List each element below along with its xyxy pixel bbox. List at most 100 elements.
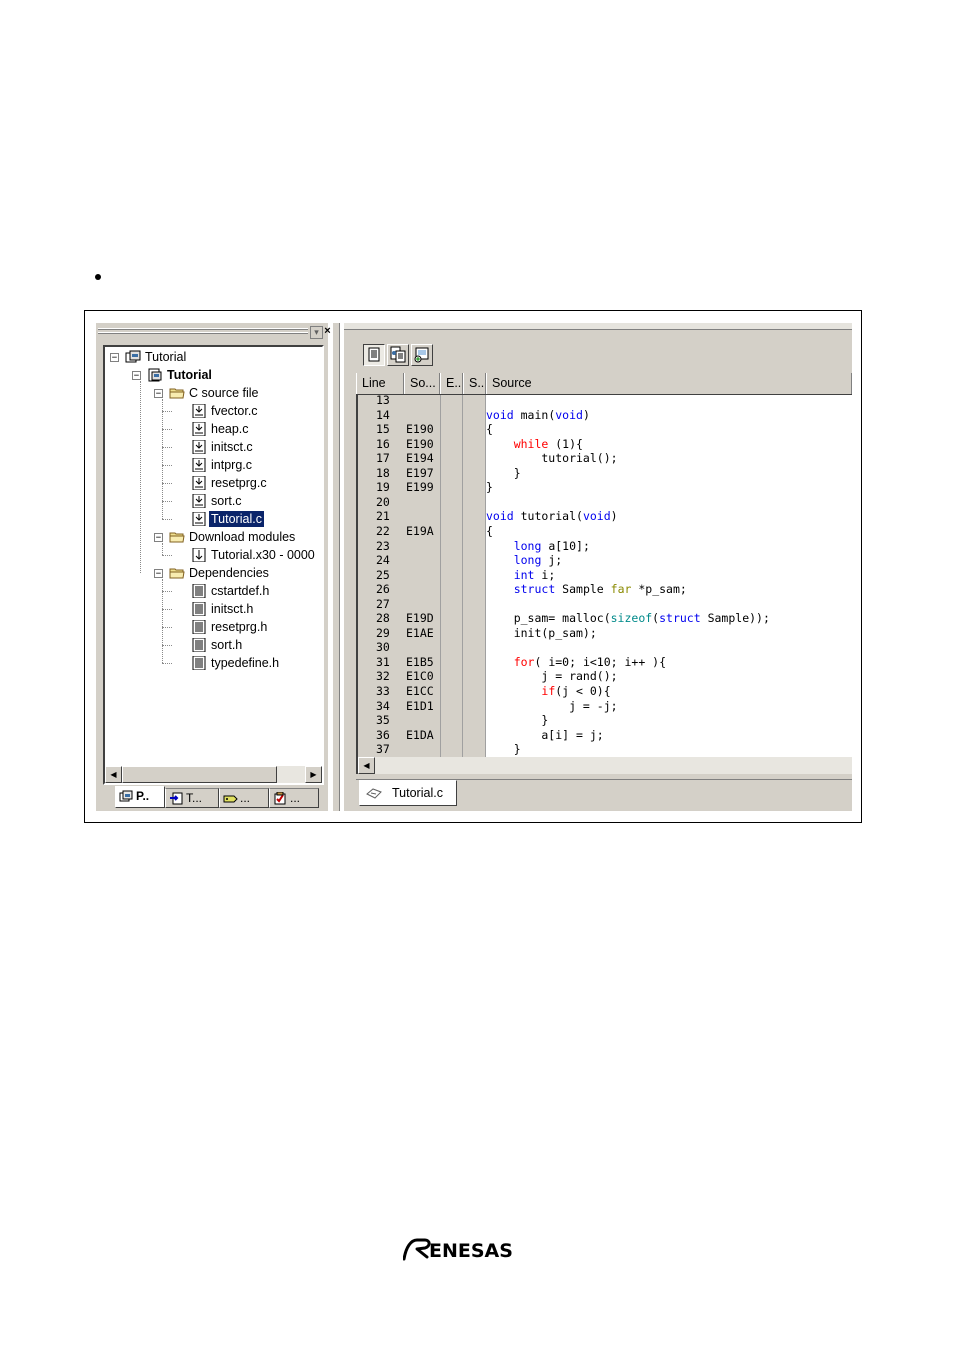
- tree-connector: [162, 399, 163, 519]
- code-line[interactable]: 24 long j;: [358, 553, 852, 568]
- code-line[interactable]: 21 void tutorial(void): [358, 509, 852, 524]
- tree-item-label[interactable]: resetprg.h: [209, 619, 269, 635]
- tree-item-label[interactable]: sort.c: [209, 493, 244, 509]
- mixed-mode-button[interactable]: [411, 344, 433, 366]
- line-number: 32: [376, 669, 390, 684]
- source-text: }: [486, 480, 493, 495]
- tree-collapse-button[interactable]: −: [154, 533, 163, 543]
- line-number: 28: [376, 611, 390, 626]
- code-line[interactable]: 13: [358, 395, 852, 408]
- line-number: 33: [376, 684, 390, 698]
- line-number: 30: [376, 640, 390, 655]
- code-line[interactable]: 26 struct Sample far *p_sam;: [358, 582, 852, 597]
- column-line[interactable]: Line: [356, 373, 404, 394]
- column-source-address[interactable]: So...: [404, 373, 440, 394]
- tree-item-label[interactable]: intprg.c: [209, 457, 254, 473]
- tab-navigation[interactable]: ...: [269, 788, 319, 808]
- line-number: 20: [376, 494, 390, 509]
- code-line[interactable]: 36 E1DA a[i] = j;: [358, 728, 852, 743]
- tree-item-label[interactable]: fvector.c: [209, 403, 260, 419]
- code-line[interactable]: 32 E1C0 j = rand();: [358, 669, 852, 684]
- tree-item-label[interactable]: Dependencies: [187, 565, 271, 581]
- tree-item-label[interactable]: sort.h: [209, 637, 244, 653]
- source-text: p_sam= malloc(sizeof(struct Sample));: [486, 611, 770, 626]
- pane-splitter[interactable]: [332, 323, 340, 811]
- source-address: E19A: [406, 523, 434, 538]
- code-line[interactable]: 18 E197 }: [358, 466, 852, 481]
- tab-templates[interactable]: T...: [165, 788, 219, 808]
- tree-connector: [162, 501, 172, 502]
- code-line[interactable]: 25 int i;: [358, 568, 852, 583]
- tree-item-label[interactable]: cstartdef.h: [209, 583, 271, 599]
- tree-item-label[interactable]: heap.c: [209, 421, 251, 437]
- editor-horizontal-scrollbar[interactable]: ◀: [356, 757, 852, 774]
- source-code-view[interactable]: 13 14 void main(void) 15 E190 {16 E190 while (…: [356, 395, 852, 757]
- code-line[interactable]: 37 }: [358, 742, 852, 757]
- tree-collapse-button[interactable]: −: [110, 353, 119, 363]
- line-number: 17: [376, 451, 390, 466]
- tab-navigation-label: ...: [290, 791, 301, 805]
- code-line[interactable]: 27: [358, 597, 852, 612]
- code-line[interactable]: 20: [358, 495, 852, 510]
- source-text: }: [486, 465, 521, 480]
- disassembly-mode-button[interactable]: [387, 344, 409, 366]
- tree-item-label[interactable]: initsct.c: [209, 439, 255, 455]
- tree-horizontal-scrollbar[interactable]: ◀ ▶: [105, 766, 322, 783]
- tab-templates-label: T...: [186, 791, 203, 805]
- scroll-thumb[interactable]: [122, 766, 277, 783]
- code-line[interactable]: 22 E19A {: [358, 524, 852, 539]
- project-tree: − Tutorial − Tutorial − C source file fvector.…: [103, 345, 324, 785]
- line-number: 23: [376, 538, 390, 553]
- tree-item-label[interactable]: Tutorial.c: [209, 511, 264, 527]
- scroll-right-button[interactable]: ▶: [305, 766, 322, 783]
- tree-item-label[interactable]: Download modules: [187, 529, 297, 545]
- source-mode-icon: [368, 347, 380, 362]
- source-address: E1AE: [406, 625, 434, 640]
- tree-connector: [162, 663, 172, 664]
- tab-projects[interactable]: P..: [115, 786, 165, 808]
- source-text: init(p_sam);: [486, 625, 597, 640]
- scroll-left-button[interactable]: ◀: [105, 766, 122, 783]
- source-address: E1C0: [406, 669, 434, 684]
- code-line[interactable]: 28 E19D p_sam= malloc(sizeof(struct Sampl…: [358, 611, 852, 626]
- code-line[interactable]: 17 E194 tutorial();: [358, 451, 852, 466]
- source-mode-button[interactable]: [363, 344, 385, 366]
- editor-scroll-left-button[interactable]: ◀: [358, 757, 375, 774]
- tree-item-label[interactable]: typedefine.h: [209, 655, 281, 671]
- tree-item-label[interactable]: resetprg.c: [209, 475, 269, 491]
- tree-item-label[interactable]: Tutorial: [165, 367, 214, 383]
- tree-collapse-button[interactable]: −: [132, 371, 141, 381]
- tab-labels[interactable]: ...: [219, 788, 269, 808]
- code-line[interactable]: 33 E1CC if(j < 0){: [358, 684, 852, 699]
- tree-item-label[interactable]: C source file: [187, 385, 260, 401]
- code-line[interactable]: 29 E1AE init(p_sam);: [358, 626, 852, 641]
- code-line[interactable]: 35 }: [358, 713, 852, 728]
- tree-item-label[interactable]: initsct.h: [209, 601, 255, 617]
- line-number: 14: [376, 407, 390, 422]
- column-s[interactable]: S...: [463, 373, 486, 394]
- tab-projects-label: P..: [136, 789, 150, 803]
- tree-connector: [162, 543, 163, 555]
- code-line[interactable]: 15 E190 {: [358, 422, 852, 437]
- column-source[interactable]: Source: [486, 373, 852, 394]
- code-line[interactable]: 30: [358, 640, 852, 655]
- source-text: }: [486, 713, 549, 728]
- tree-connector: [140, 381, 141, 573]
- source-text: void tutorial(void): [486, 509, 618, 524]
- code-line[interactable]: 16 E190 while (1){: [358, 437, 852, 452]
- code-line[interactable]: 19 E199}: [358, 480, 852, 495]
- tree-collapse-button[interactable]: −: [154, 569, 163, 579]
- code-line[interactable]: 34 E1D1 j = -j;: [358, 699, 852, 714]
- code-line[interactable]: 23 long a[10];: [358, 539, 852, 554]
- code-line[interactable]: 31 E1B5 for( i=0; i<10; i++ ){: [358, 655, 852, 670]
- code-line[interactable]: 14 void main(void): [358, 408, 852, 423]
- workspace-gripper[interactable]: [98, 328, 308, 336]
- tree-item-label[interactable]: Tutorial.x30 - 0000: [209, 547, 317, 563]
- column-event[interactable]: E...: [440, 373, 463, 394]
- tab-tutorial-c[interactable]: Tutorial.c: [359, 780, 457, 806]
- source-address: E190: [406, 436, 434, 451]
- tree-collapse-button[interactable]: −: [154, 389, 163, 399]
- line-number: 34: [376, 698, 390, 713]
- tree-item-label[interactable]: Tutorial: [143, 349, 188, 365]
- line-number: 37: [376, 742, 390, 757]
